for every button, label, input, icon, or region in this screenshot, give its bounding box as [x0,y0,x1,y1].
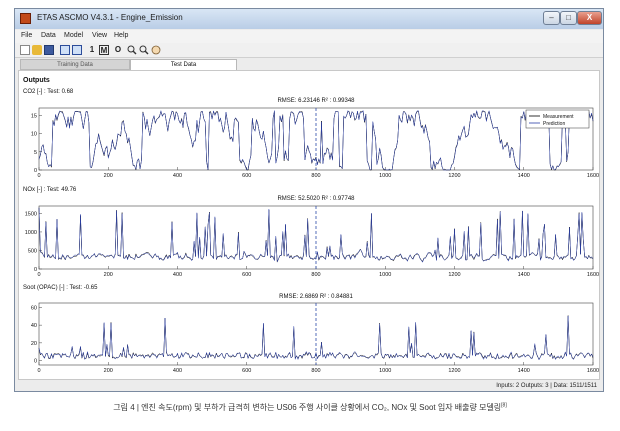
x-tick-label: 1000 [379,173,391,179]
x-tick-label: 1000 [379,272,391,278]
caption-reference: [8] [501,402,507,409]
window-title: ETAS ASCMO V4.3.1 - Engine_Emission [37,13,183,22]
menu-model[interactable]: Model [64,32,83,39]
close-button[interactable]: X [577,11,602,25]
x-tick-label: 0 [37,173,40,179]
title-bar[interactable]: ETAS ASCMO V4.3.1 - Engine_Emission – □ … [15,9,603,29]
x-tick-label: 0 [37,368,40,374]
y-tick-label: 500 [28,248,37,254]
plot-label: CO2 [-] : Test: 0.68 [23,89,74,95]
open-icon[interactable] [32,45,42,55]
x-tick-label: 400 [173,173,182,179]
y-tick-label: 15 [31,113,37,119]
y-tick-label: 20 [31,341,37,347]
one-d-icon[interactable]: 1 [87,45,97,55]
status-text: Inputs: 2 Outputs: 3 | Data: 1511/1511 [496,383,597,389]
plot-panel: Outputs CO2 [-] : Test: 0.68 RMSE: 6.2314… [18,70,600,380]
x-tick-label: 200 [104,173,113,179]
x-tick-label: 1600 [587,173,599,179]
zoom-out-icon[interactable] [139,45,149,55]
save-icon[interactable] [44,45,54,55]
x-tick-label: 600 [242,368,251,374]
tab-test-data[interactable]: Test Data [130,59,237,70]
y-tick-label: 1500 [25,211,37,217]
plot-label: Soot (OPAC) [-] : Test: -0.65 [23,285,98,291]
x-tick-label: 1600 [587,368,599,374]
optimize-icon[interactable]: O [113,45,123,55]
x-tick-label: 600 [242,173,251,179]
y-tick-label: 60 [31,305,37,311]
x-tick-label: 1200 [448,368,460,374]
x-tick-label: 400 [173,272,182,278]
outputs-chart-area: Outputs CO2 [-] : Test: 0.68 RMSE: 6.2314… [23,77,599,374]
menu-view[interactable]: View [92,32,107,39]
menu-data[interactable]: Data [41,32,56,39]
x-tick-label: 1000 [379,368,391,374]
status-bar: Inputs: 2 Outputs: 3 | Data: 1511/1511 [15,381,603,391]
y-tick-label: 10 [31,132,37,138]
figure-caption: 그림 4 | 엔진 속도(rpm) 및 부하가 급격히 변하는 US06 주행 … [0,402,620,413]
menu-help[interactable]: Help [114,32,128,39]
x-tick-label: 1200 [448,173,460,179]
x-tick-label: 800 [311,173,320,179]
x-tick-label: 600 [242,272,251,278]
x-tick-label: 1600 [587,272,599,278]
tab-training-data[interactable]: Training Data [20,59,130,70]
y-tick-label: 40 [31,323,37,329]
x-tick-label: 1400 [518,272,530,278]
caption-text: 그림 4 | 엔진 속도(rpm) 및 부하가 급격히 변하는 US06 주행 … [113,403,502,412]
x-tick-label: 800 [311,272,320,278]
outputs-label: Outputs [23,77,50,84]
legend-entry: Measurement [543,114,574,120]
menu-file[interactable]: File [21,32,32,39]
menu-bar: File Data Model View Help [15,30,603,43]
rmse-label: RMSE: 2.6869 R² : 0.84881 [279,294,353,300]
maximize-button[interactable]: □ [560,11,577,25]
export-icon[interactable] [72,45,82,55]
x-tick-label: 1400 [518,368,530,374]
x-tick-label: 1200 [448,272,460,278]
legend-entry: Prediction [543,121,565,127]
toolbar: 1 M O [15,43,603,58]
pan-icon[interactable] [151,45,161,55]
rmse-label: RMSE: 6.23146 R² : 0.99348 [277,98,355,104]
x-tick-label: 400 [173,368,182,374]
tab-strip: Training Data Test Data [15,59,603,70]
model-icon[interactable]: M [99,45,109,55]
zoom-in-icon[interactable] [127,45,137,55]
y-tick-label: 5 [34,150,37,156]
new-icon[interactable] [20,45,30,55]
x-tick-label: 1400 [518,173,530,179]
rmse-label: RMSE: 52.5020 R² : 0.97748 [277,196,355,202]
y-tick-label: 1000 [25,230,37,236]
app-logo-icon [20,13,31,24]
import-icon[interactable] [60,45,70,55]
minimize-button[interactable]: – [543,11,560,25]
x-tick-label: 200 [104,368,113,374]
app-window: ETAS ASCMO V4.3.1 - Engine_Emission – □ … [14,8,604,392]
x-tick-label: 200 [104,272,113,278]
x-tick-label: 800 [311,368,320,374]
plot-label: NOx [-] : Test: 49.76 [23,187,77,193]
x-tick-label: 0 [37,272,40,278]
y-tick-label: 0 [34,359,37,365]
